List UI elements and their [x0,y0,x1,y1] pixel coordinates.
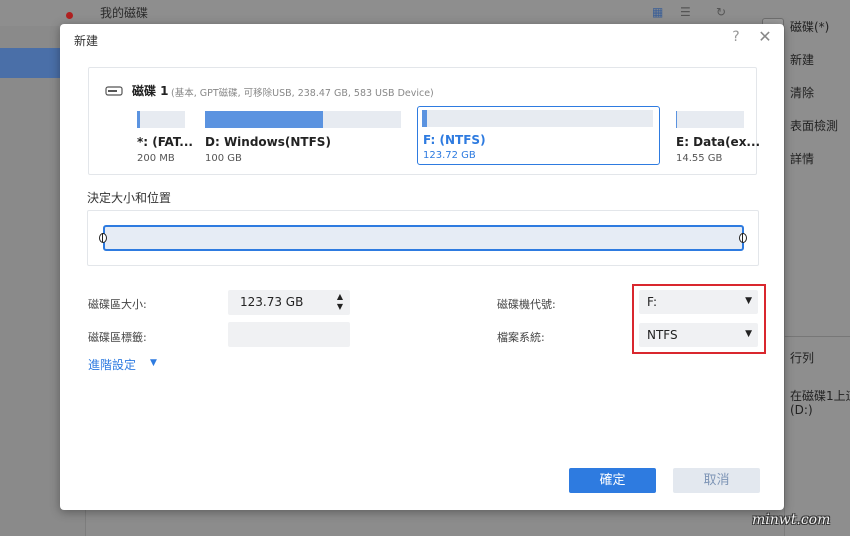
partition-size: 14.55 GB [676,153,723,164]
stepper-down-icon[interactable]: ▼ [337,302,343,311]
right-panel-item[interactable]: 表面檢測 [790,117,838,134]
partition-label-label: 磁碟區標籤: [88,331,147,344]
refresh-icon[interactable]: ↻ [716,6,728,18]
ok-button[interactable]: 確定 [569,468,656,493]
partition-usage-bar [422,110,427,127]
partition-3[interactable]: E: Data(ex... 14.55 GB [676,107,760,173]
cancel-button[interactable]: 取消 [673,468,760,493]
watermark: minwt.com [752,512,831,528]
hard-disk-icon [105,86,123,96]
file-system-label: 檔案系統: [497,331,545,344]
size-position-box [87,210,759,266]
partition-size: 100 GB [205,153,242,164]
partition-usage-bar [676,111,678,128]
divider [784,336,850,337]
highlight-box [632,284,766,354]
partition-size-input[interactable]: 123.73 GB [228,290,350,315]
background-sidebar-selected [0,48,60,78]
partition-size-label: 磁碟區大小: [88,298,147,311]
partition-label-input[interactable] [228,322,350,347]
size-stepper[interactable]: ▲ ▼ [334,292,346,312]
disk-name: 磁碟 1 [132,84,169,98]
right-panel-lower-item: 在磁碟1上這 [790,389,850,403]
partition-range-slider[interactable] [103,225,744,251]
partition-2-selected[interactable]: F: (NTFS) 123.72 GB [417,106,660,165]
right-panel-item[interactable]: 詳情 [790,150,814,167]
list-view-icon[interactable]: ☰ [680,6,692,18]
close-icon[interactable]: ✕ [756,28,774,46]
dialog-title: 新建 [74,34,99,48]
partition-size: 200 MB [137,153,175,164]
disk-card: 磁碟 1 (基本, GPT磁碟, 可移除USB, 238.47 GB, 583 … [88,67,760,175]
stepper-up-icon[interactable]: ▲ [337,292,343,301]
partition-name: F: (NTFS) [423,133,486,147]
partition-1[interactable]: D: Windows(NTFS) 100 GB [205,107,401,173]
partition-name: *: (FAT... [137,135,193,149]
right-panel-lower-item: (D:) [790,403,813,417]
partition-usage-bar [205,111,323,128]
disk-meta: (基本, GPT磁碟, 可移除USB, 238.47 GB, 583 USB D… [171,88,434,99]
advanced-settings-link[interactable]: 進階設定 [88,356,136,373]
background-title: 我的磁碟 [100,6,149,20]
partition-size: 123.72 GB [423,150,476,161]
slider-right-handle[interactable] [739,233,747,243]
right-panel-lower-item: 行列 [790,351,815,365]
chevron-down-icon[interactable]: ▼ [150,358,157,368]
slider-left-handle[interactable] [99,233,107,243]
size-position-label: 決定大小和位置 [87,191,172,205]
new-partition-dialog: 新建 ? ✕ 磁碟 1 (基本, GPT磁碟, 可移除USB, 238.47 G… [60,24,784,510]
background-right-panel [784,26,850,536]
partition-name: E: Data(ex... [676,135,761,149]
notification-dot [66,12,73,19]
help-icon[interactable]: ? [728,29,744,47]
partition-usage-bar [137,111,140,128]
right-panel-item[interactable]: 清除 [790,84,814,101]
right-panel-item[interactable]: 磁碟(*) [790,18,829,35]
grid-view-icon[interactable]: ▦ [652,6,664,18]
right-panel-item[interactable]: 新建 [790,51,814,68]
partition-0[interactable]: *: (FAT... 200 MB [137,107,193,173]
partition-name: D: Windows(NTFS) [205,135,331,149]
drive-letter-label: 磁碟機代號: [497,298,556,311]
